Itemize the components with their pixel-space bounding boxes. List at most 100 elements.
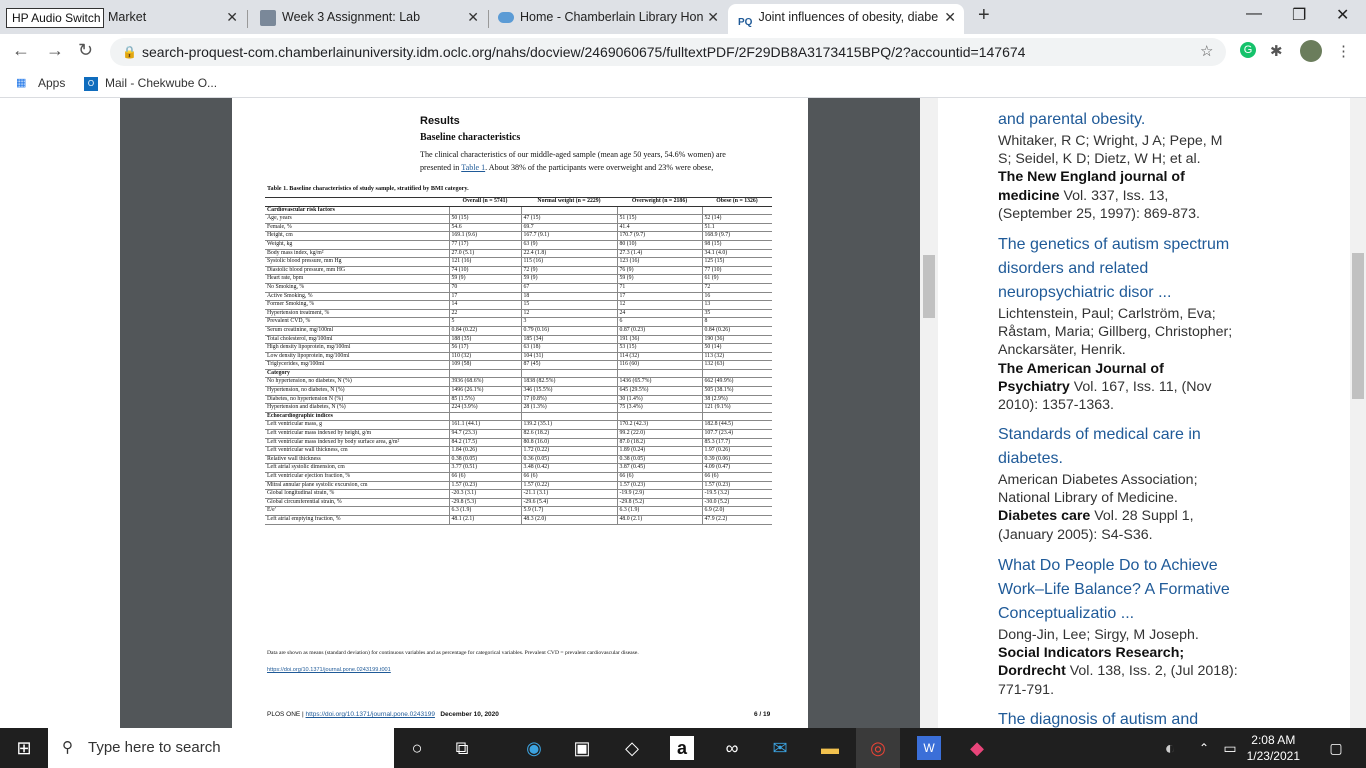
baseline-heading: Baseline characteristics	[420, 132, 521, 143]
table-cell: 71	[616, 283, 702, 293]
grammarly-icon[interactable]: G	[1240, 42, 1256, 58]
table-cell: Left atrial emptying fraction, %	[265, 515, 449, 525]
close-icon[interactable]: ✕	[707, 4, 719, 30]
body-paragraph-line2: presented in Table 1. About 38% of the p…	[420, 163, 713, 172]
pdf-scrollbar-thumb[interactable]	[923, 255, 935, 318]
close-window-icon[interactable]: ✕	[1336, 5, 1349, 25]
doi-link[interactable]: https://doi.org/10.1371/journal.pone.024…	[267, 667, 391, 673]
table-cell: 188 (35)	[448, 335, 521, 345]
table-cell: 161.1 (44.1)	[448, 420, 521, 431]
forward-icon[interactable]: →	[46, 40, 64, 61]
pdf-scrollbar[interactable]	[920, 98, 938, 728]
references-scrollbar[interactable]	[1350, 98, 1366, 728]
table-cell: Mitral annular plane systolic excursion,…	[265, 481, 449, 491]
table-cell: Global longitudinal strain, %	[265, 489, 449, 499]
table-header-cell: Obese (n = 1326)	[702, 197, 772, 207]
table-row: Category	[265, 369, 772, 379]
table-cell: 6.3 (1.9)	[616, 506, 702, 516]
tab-chamberlain-library[interactable]: Home - Chamberlain Library Hon ✕	[492, 4, 727, 34]
tab-market[interactable]: Market ✕	[96, 4, 246, 34]
extensions-icon[interactable]: ✱	[1270, 42, 1283, 60]
table-cell: Serum creatinine, mg/100ml	[265, 326, 449, 336]
dropbox-icon[interactable]: ◇	[620, 736, 644, 760]
tab-week3-assignment[interactable]: Week 3 Assignment: Lab ✕	[252, 4, 487, 34]
para-text: presented in	[420, 163, 462, 172]
table-cell: 115 (16)	[520, 257, 617, 267]
new-tab-icon[interactable]: +	[978, 4, 990, 27]
table-cell: 0.84 (0.22)	[448, 326, 521, 336]
url-text: search-proquest-com.chamberlainuniversit…	[142, 44, 1026, 60]
table-row: Triglycerides, mg/100ml 109 (58) 87 (45) 11…	[265, 360, 772, 370]
reference-title-link[interactable]: The genetics of autism spectrum disorder…	[998, 233, 1238, 305]
table-cell: 12	[616, 300, 702, 310]
display-icon[interactable]: ▭	[1218, 736, 1242, 760]
close-icon[interactable]: ✕	[467, 4, 479, 30]
minimize-icon[interactable]: —	[1246, 5, 1262, 23]
chevron-up-icon[interactable]: ⌃	[1192, 736, 1216, 760]
table-row: Cardiovascular risk factors	[265, 206, 772, 216]
table-cell: 125 (15)	[701, 257, 772, 267]
reference-title-link[interactable]: The diagnosis of autism and	[998, 708, 1238, 728]
bookmark-mail[interactable]: Mail - Chekwube O...	[105, 76, 217, 90]
table-cell: 0.38 (0.05)	[448, 455, 521, 465]
word-icon[interactable]: W	[917, 736, 941, 760]
references-panel: and parental obesity. Whitaker, R C; Wri…	[938, 98, 1366, 728]
table-cell: 190 (36)	[701, 335, 772, 345]
avatar[interactable]	[1300, 40, 1322, 62]
table-cell: 3.77 (0.51)	[448, 463, 521, 473]
back-icon[interactable]: ←	[12, 40, 30, 61]
infinity-icon[interactable]: ∞	[720, 736, 744, 760]
reference-title-link[interactable]: Standards of medical care in diabetes.	[998, 423, 1238, 471]
table-cell: 51 (15)	[616, 214, 702, 224]
paint-icon[interactable]: ◆	[965, 736, 989, 760]
table-cell: 1.57 (0.23)	[701, 481, 772, 491]
bookmark-star-icon[interactable]: ☆	[1200, 42, 1213, 60]
search-icon: ⚲	[62, 739, 73, 756]
table-cell: 662 (49.9%)	[701, 377, 772, 388]
table-cell: Relative wall thickness	[265, 455, 449, 465]
table-cell: Female, %	[265, 223, 449, 233]
reference-title-link[interactable]: and parental obesity.	[998, 108, 1238, 132]
para-text: . About 38% of the participants were ove…	[485, 163, 714, 172]
table-cell: 69.7	[520, 223, 617, 233]
network-icon[interactable]: ◐	[1158, 736, 1182, 760]
windows-start-icon[interactable]: ⊞	[12, 736, 36, 760]
table-cell: 35	[701, 309, 772, 319]
footer-doi-link[interactable]: https://doi.org/10.1371/journal.pone.024…	[306, 711, 435, 718]
table-cell: 72	[701, 283, 772, 293]
table-cell: 66 (6)	[448, 472, 521, 482]
close-icon[interactable]: ✕	[944, 4, 956, 30]
table1-link[interactable]: Table 1	[461, 163, 485, 172]
bookmark-apps[interactable]: Apps	[38, 76, 65, 90]
table-cell: 645 (29.5%)	[616, 386, 702, 396]
taskbar-search-input[interactable]: ⚲ Type here to search	[48, 728, 394, 768]
references-scrollbar-thumb[interactable]	[1352, 253, 1364, 399]
system-clock[interactable]: 2:08 AM 1/23/2021	[1247, 732, 1300, 764]
amazon-icon[interactable]: a	[670, 736, 694, 760]
url-input[interactable]: 🔒 search-proquest-com.chamberlainunivers…	[110, 38, 1226, 66]
table-cell: Former Smoking, %	[265, 300, 449, 310]
table-row: Systolic blood pressure, mm Hg 121 (16) 11…	[265, 257, 772, 267]
edge-icon[interactable]: ◉	[522, 736, 546, 760]
table-row: Former Smoking, % 14 15 12 13	[265, 300, 772, 310]
table-cell: 18	[520, 292, 617, 302]
table-cell: 48.3 (2.0)	[520, 515, 617, 525]
tab-joint-influences[interactable]: PQ Joint influences of obesity, diabe ✕	[728, 4, 964, 34]
cortana-icon[interactable]: ○	[405, 736, 429, 760]
notification-icon[interactable]: ▢	[1324, 736, 1348, 760]
file-explorer-icon[interactable]: ▬	[818, 736, 842, 760]
table-cell: 14	[448, 300, 521, 310]
close-icon[interactable]: ✕	[226, 4, 238, 30]
menu-icon[interactable]: ⋮	[1336, 42, 1351, 60]
table-cell	[701, 412, 772, 422]
mail-icon[interactable]: ✉	[768, 736, 792, 760]
store-icon[interactable]: ▣	[570, 736, 594, 760]
reload-icon[interactable]: ↻	[78, 40, 93, 61]
table-cell: 1436 (65.7%)	[616, 377, 702, 388]
restore-icon[interactable]: ❐	[1292, 5, 1306, 25]
table-cell: 27.0 (5.1)	[448, 249, 521, 259]
chrome-icon[interactable]: ◎	[856, 728, 900, 768]
table-cell: 80.8 (16.0)	[520, 438, 617, 448]
reference-title-link[interactable]: What Do People Do to Achieve Work–Life B…	[998, 554, 1238, 626]
task-view-icon[interactable]: ⧉	[450, 736, 474, 760]
